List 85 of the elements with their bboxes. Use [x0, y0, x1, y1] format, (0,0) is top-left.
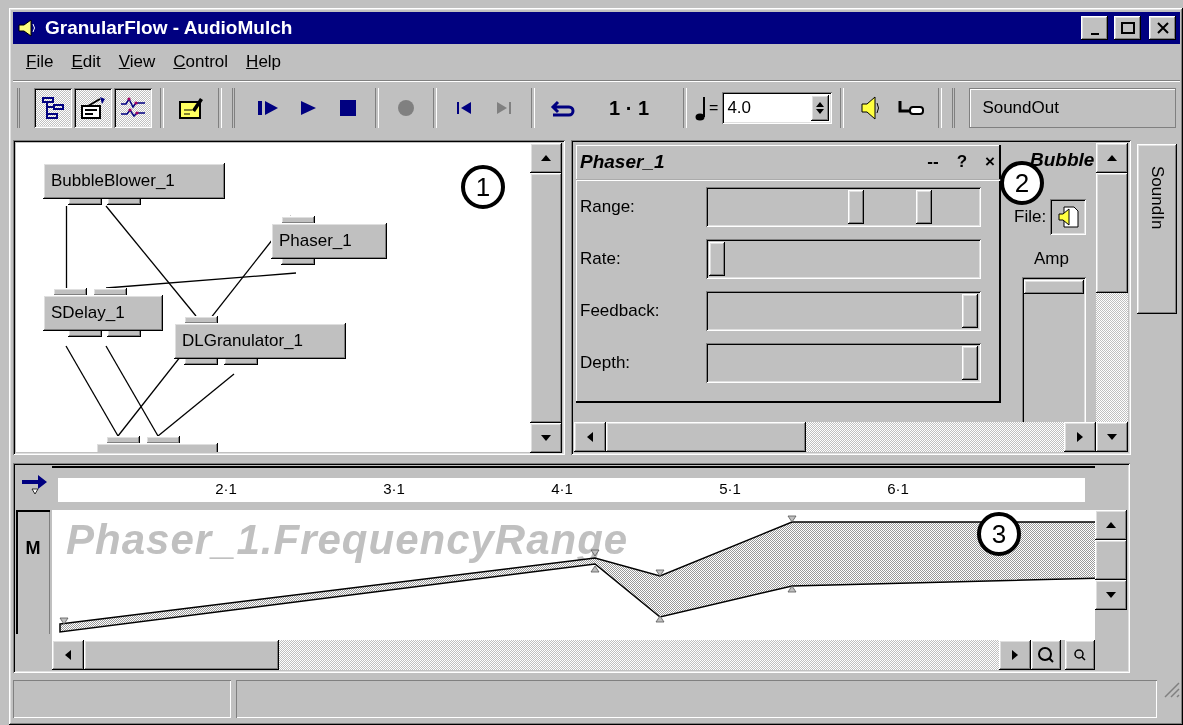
parameter-label: Rate:: [580, 249, 622, 269]
zoom-in-button[interactable]: [1031, 640, 1061, 670]
window-title: Phaser_1: [580, 151, 666, 173]
note-icon: [695, 95, 708, 121]
record-icon: [396, 98, 416, 118]
zoom-icon: [1037, 646, 1055, 664]
close-icon: [1156, 22, 1169, 34]
vertical-scrollbar[interactable]: [1095, 510, 1127, 610]
maximize-button[interactable]: [1114, 16, 1141, 40]
parameter-label: Feedback:: [580, 301, 661, 321]
side-tab[interactable]: SoundIn: [1137, 144, 1177, 314]
up-arrow-icon: [1106, 154, 1118, 162]
zoom-icon: [1073, 648, 1087, 662]
play-from-icon: [257, 98, 279, 118]
stop-icon: [338, 98, 358, 118]
view-toggle-button[interactable]: [74, 88, 112, 128]
down-arrow-icon: [540, 434, 552, 442]
horizontal-scrollbar[interactable]: [52, 640, 1031, 670]
position-display: 1 · 1: [608, 96, 651, 120]
down-arrow-icon: [1106, 433, 1118, 441]
vertical-scrollbar[interactable]: [1096, 143, 1128, 452]
up-arrow-icon: [540, 154, 552, 162]
slider-track[interactable]: [706, 239, 981, 279]
view-toggle-button[interactable]: [114, 88, 152, 128]
slider-thumb[interactable]: [962, 346, 978, 380]
tree-icon: [41, 96, 65, 120]
tempo-label: =: [709, 99, 719, 117]
fader-track[interactable]: [1022, 277, 1086, 422]
window-title: GranularFlow - AudioMulch: [45, 17, 294, 39]
notepad-icon: [178, 96, 204, 120]
file-button[interactable]: [1050, 199, 1087, 235]
title-button[interactable]: --: [925, 152, 941, 172]
menu-item[interactable]: Help: [237, 52, 291, 72]
sound-file-icon: [1056, 205, 1081, 229]
plug-icon: [897, 98, 926, 118]
loop-icon: [549, 98, 575, 118]
close-button[interactable]: [1149, 16, 1176, 40]
menu-item[interactable]: Edit: [62, 52, 110, 72]
parameter-label: Range:: [580, 197, 636, 217]
right-arrow-icon: [1076, 431, 1084, 443]
ruler-label: 3·1: [383, 480, 405, 497]
callout-number: 3: [977, 512, 1021, 556]
tempo-field[interactable]: 4.0: [722, 92, 833, 124]
slider-thumb[interactable]: [916, 190, 933, 224]
spin-arrows-icon: [815, 101, 826, 115]
ruler-label: 6·1: [887, 480, 909, 497]
menu-item[interactable]: File: [17, 52, 63, 72]
file-label: File:: [1014, 207, 1047, 227]
amp-label: Amp: [1034, 249, 1069, 269]
callout-number: 1: [461, 165, 505, 209]
right-arrow-icon: [1011, 649, 1019, 661]
output-field[interactable]: SoundOut: [969, 88, 1176, 128]
slider-thumb[interactable]: [709, 242, 725, 276]
resize-grip-icon: [1162, 680, 1180, 698]
slider-track[interactable]: [706, 187, 981, 227]
ruler-label: 5·1: [719, 480, 741, 497]
down-arrow-icon: [1105, 591, 1117, 599]
ruler-label: 4·1: [551, 480, 573, 497]
slider-thumb[interactable]: [962, 294, 978, 328]
slider-track[interactable]: [706, 291, 981, 331]
menu-item[interactable]: View: [109, 52, 165, 72]
vertical-scrollbar[interactable]: [530, 143, 562, 452]
minimize-icon: [1090, 33, 1099, 35]
form-icon: [80, 96, 106, 120]
left-arrow-icon: [64, 649, 72, 661]
parameter-label: Depth:: [580, 353, 632, 373]
left-arrow-icon: [586, 431, 594, 443]
track-mute-button[interactable]: M: [16, 510, 50, 634]
slider-thumb[interactable]: [848, 190, 865, 224]
up-arrow-icon: [1105, 521, 1117, 529]
slider-track[interactable]: [706, 343, 981, 383]
fader-thumb[interactable]: [1024, 280, 1084, 294]
maximize-icon: [1120, 22, 1135, 34]
play-icon: [298, 98, 318, 118]
horizontal-scrollbar[interactable]: [574, 422, 1096, 452]
wave-icon: [120, 96, 146, 120]
menu-item[interactable]: Control: [164, 52, 238, 72]
envelope-title: Phaser_1.FrequencyRange: [66, 516, 629, 564]
view-toggle-button[interactable]: [34, 88, 72, 128]
ruler-label: 2·1: [215, 480, 237, 497]
title-button[interactable]: ?: [954, 152, 970, 172]
arrow-icon: [20, 472, 48, 496]
zoom-out-button[interactable]: [1065, 640, 1095, 670]
minimize-button[interactable]: [1081, 16, 1108, 40]
title-button[interactable]: ×: [983, 152, 997, 172]
